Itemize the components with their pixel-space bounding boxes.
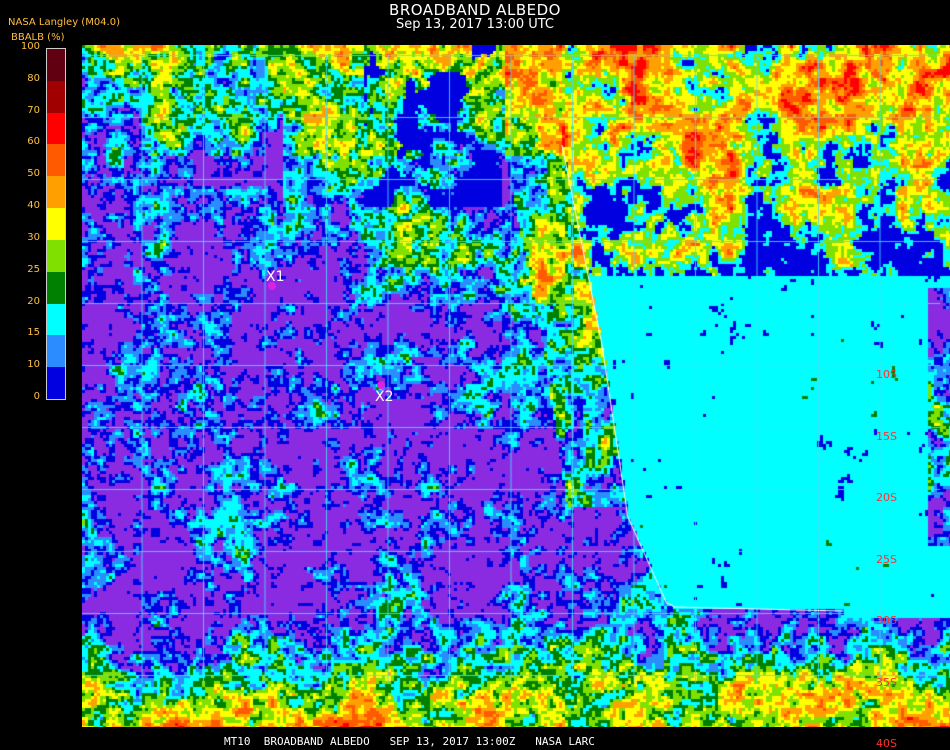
colorbar-tick-label: 100	[20, 41, 40, 52]
colorbar-tick-label: 50	[27, 168, 40, 180]
page-subtitle: Sep 13, 2017 13:00 UTC	[395, 17, 555, 32]
colorbar-tick-label: 10	[27, 359, 40, 371]
latitude-label: 10S	[876, 368, 897, 381]
colorbar-segment	[47, 144, 65, 177]
marker-x1-label: X1	[266, 269, 285, 285]
colorbar-tick-label: 60	[27, 136, 40, 148]
colorbar-segment	[47, 239, 65, 273]
colorbar-tick-label: 40	[27, 200, 40, 212]
colorbar-tick-label: 0	[33, 391, 40, 402]
latitude-label: 20S	[876, 491, 897, 504]
colorbar-segment	[47, 335, 65, 368]
latitude-label: 35S	[876, 675, 897, 689]
latitude-label: 30S	[876, 614, 897, 627]
colorbar-segment	[47, 303, 65, 336]
colorbar-segment	[47, 176, 65, 209]
colorbar-tick-label: 80	[27, 72, 40, 84]
data-source-label: NASA Langley (M04.0)	[8, 17, 120, 28]
colorbar-segment	[47, 208, 65, 241]
latitude-label: 15S	[876, 429, 897, 443]
footer-caption: MT10 BROADBAND ALBEDO SEP 13, 2017 13:00…	[224, 735, 595, 748]
albedo-satellite-map[interactable]	[82, 45, 950, 727]
marker-x2-point[interactable]	[377, 381, 385, 389]
latitude-label: 40S	[876, 737, 897, 750]
colorbar-tick-label: 25	[27, 263, 40, 275]
colorbar-segment	[47, 80, 65, 114]
colorbar-tick-label: 70	[27, 104, 40, 116]
colorbar-segment	[47, 112, 65, 145]
marker-x2-label: X2	[375, 389, 394, 405]
colorbar-segment	[47, 49, 65, 82]
colorbar-tick-label: 30	[27, 231, 40, 243]
colorbar-segment	[47, 367, 65, 400]
colorbar	[46, 48, 66, 400]
colorbar-tick-label: 20	[27, 295, 40, 307]
colorbar-segment	[47, 271, 65, 305]
colorbar-tick-label: 15	[27, 327, 40, 339]
latitude-label: 25S	[876, 552, 897, 566]
